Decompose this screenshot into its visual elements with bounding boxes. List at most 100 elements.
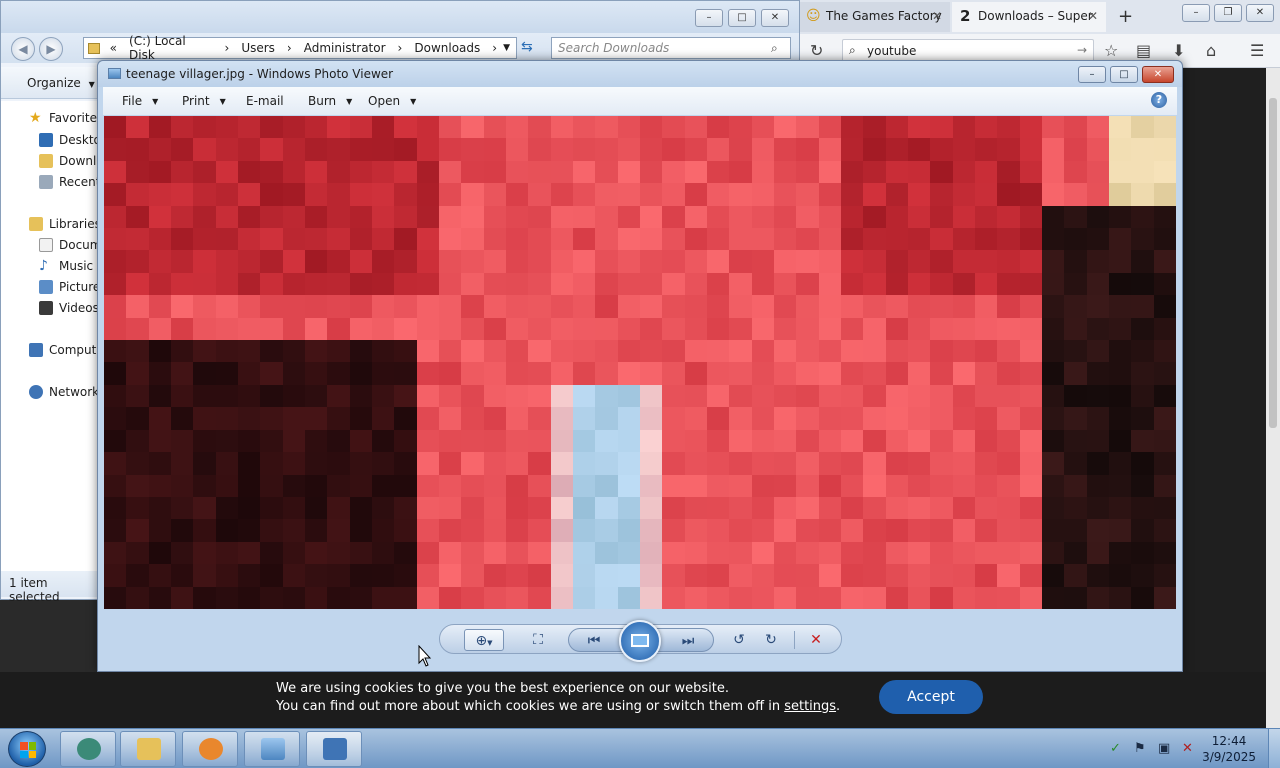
network-tray-icon[interactable]: ▣ [1158, 742, 1172, 756]
image-pixel [1109, 496, 1132, 520]
taskbar-media-player[interactable] [182, 731, 238, 767]
image-pixel [684, 384, 707, 408]
image-pixel [662, 452, 685, 475]
image-pixel [126, 317, 149, 341]
organize-button[interactable]: Organize ▼ [27, 76, 95, 90]
explorer-minimize-button[interactable]: – [695, 9, 723, 27]
browser-close-button[interactable]: ✕ [1246, 4, 1274, 22]
image-pixel [707, 586, 730, 609]
image-pixel [171, 429, 194, 453]
rotate-clockwise-button[interactable]: ↻ [759, 629, 783, 651]
image-pixel [997, 340, 1020, 363]
image-pixel [729, 586, 752, 609]
breadcrumb-administrator[interactable]: Administrator [304, 41, 386, 55]
image-pixel [327, 295, 350, 318]
rotate-counterclockwise-button[interactable]: ↺ [727, 629, 751, 651]
tab-close-icon[interactable]: ✕ [1088, 9, 1098, 23]
browser-tab-strip: ☺ The Games Factory ✕ 2 Downloads – Supe… [800, 0, 1280, 34]
image-pixel [461, 205, 484, 229]
browser-restore-button[interactable]: ❐ [1214, 4, 1242, 22]
actual-size-button[interactable]: ⛶ [524, 629, 552, 651]
menu-print[interactable]: Print ▼ [182, 94, 226, 108]
image-pixel [1109, 519, 1132, 542]
tab-downloads[interactable]: 2 Downloads – Super ✕ [952, 2, 1106, 32]
show-desktop-button[interactable] [1268, 729, 1280, 768]
image-pixel [1131, 429, 1154, 453]
browser-minimize-button[interactable]: – [1182, 4, 1210, 22]
taskbar-game-app[interactable] [60, 731, 116, 767]
image-pixel [193, 205, 216, 229]
explorer-maximize-button[interactable]: □ [728, 9, 756, 27]
image-pixel [1064, 564, 1087, 587]
previous-button[interactable]: ⏮ [581, 630, 607, 652]
taskbar-control-panel[interactable] [306, 731, 362, 767]
image-pixel [952, 116, 975, 139]
image-pixel [617, 362, 640, 385]
go-arrow-icon[interactable]: → [1077, 43, 1087, 57]
viewer-maximize-button[interactable]: □ [1110, 66, 1138, 83]
image-pixel [908, 474, 931, 497]
new-tab-button[interactable]: + [1118, 6, 1133, 27]
viewer-minimize-button[interactable]: – [1078, 66, 1106, 83]
slideshow-button[interactable] [619, 620, 661, 662]
taskbar-photo-viewer[interactable] [244, 731, 300, 767]
image-pixel [908, 519, 931, 542]
image-pixel [796, 272, 819, 296]
start-button[interactable] [8, 731, 46, 767]
image-pixel [1153, 205, 1176, 229]
volume-muted-icon[interactable]: ✕ [1182, 742, 1196, 756]
image-pixel [662, 138, 685, 161]
breadcrumb-local-disk[interactable]: (C:) Local Disk [129, 34, 212, 62]
forward-button[interactable]: ▶ [39, 37, 63, 61]
image-pixel [126, 160, 149, 184]
tab-games-factory[interactable]: ☺ The Games Factory ✕ [800, 2, 950, 32]
menu-file[interactable]: File ▼ [122, 94, 158, 108]
image-pixel [1086, 564, 1109, 587]
download-icon[interactable]: ⬇ [1172, 41, 1185, 60]
clock[interactable]: 12:44 3/9/2025 [1202, 733, 1256, 765]
photo-display[interactable] [104, 116, 1176, 609]
explorer-close-button[interactable]: ✕ [761, 9, 789, 27]
taskbar-explorer[interactable] [120, 731, 176, 767]
reading-list-icon[interactable]: ▤ [1136, 41, 1151, 60]
refresh-button[interactable]: ⇆ [521, 39, 533, 55]
menu-email[interactable]: E-mail [246, 94, 284, 108]
home-icon[interactable]: ⌂ [1206, 41, 1216, 60]
nav-favorites[interactable]: ★ Favorites [29, 111, 101, 125]
menu-open[interactable]: Open ▼ [368, 94, 416, 108]
address-dropdown-icon[interactable]: ▼ [503, 43, 510, 53]
viewer-close-button[interactable]: ✕ [1142, 66, 1174, 83]
image-pixel [372, 407, 395, 430]
image-pixel [707, 160, 730, 184]
breadcrumb-users[interactable]: Users [241, 41, 275, 55]
image-pixel [684, 586, 707, 609]
cookie-settings-link[interactable]: settings [784, 699, 836, 714]
back-button[interactable]: ◀ [11, 37, 35, 61]
image-pixel [461, 317, 484, 341]
delete-button[interactable]: ✕ [804, 629, 828, 651]
breadcrumb-downloads[interactable]: Downloads [414, 41, 480, 55]
zoom-button[interactable]: ⊕▼ [464, 629, 504, 651]
action-center-flag-icon[interactable]: ⚑ [1134, 742, 1148, 756]
security-icon[interactable]: ✓ [1110, 742, 1124, 756]
image-pixel [148, 205, 171, 229]
nav-libraries[interactable]: Libraries [29, 217, 101, 231]
address-bar[interactable]: « (C:) Local Disk › Users › Administrato… [83, 34, 517, 62]
browser-scrollbar[interactable] [1266, 68, 1280, 728]
image-pixel [1019, 362, 1042, 385]
bookmark-star-icon[interactable]: ☆ [1104, 41, 1118, 60]
menu-icon[interactable]: ☰ [1250, 41, 1264, 60]
nav-network[interactable]: Network [29, 385, 101, 399]
search-input[interactable]: Search Downloads [551, 37, 791, 59]
image-pixel [1042, 317, 1065, 341]
tab-close-icon[interactable]: ✕ [932, 9, 942, 23]
menu-burn[interactable]: Burn ▼ [308, 94, 352, 108]
help-button[interactable]: ? [1151, 92, 1167, 108]
image-pixel [215, 272, 238, 296]
accept-button[interactable]: Accept [879, 680, 983, 714]
next-button[interactable]: ⏭ [675, 630, 701, 652]
scrollbar-thumb[interactable] [1269, 98, 1277, 428]
image-pixel [684, 340, 707, 363]
nav-computer[interactable]: Computer [29, 343, 101, 357]
reload-icon[interactable]: ↻ [810, 41, 823, 60]
